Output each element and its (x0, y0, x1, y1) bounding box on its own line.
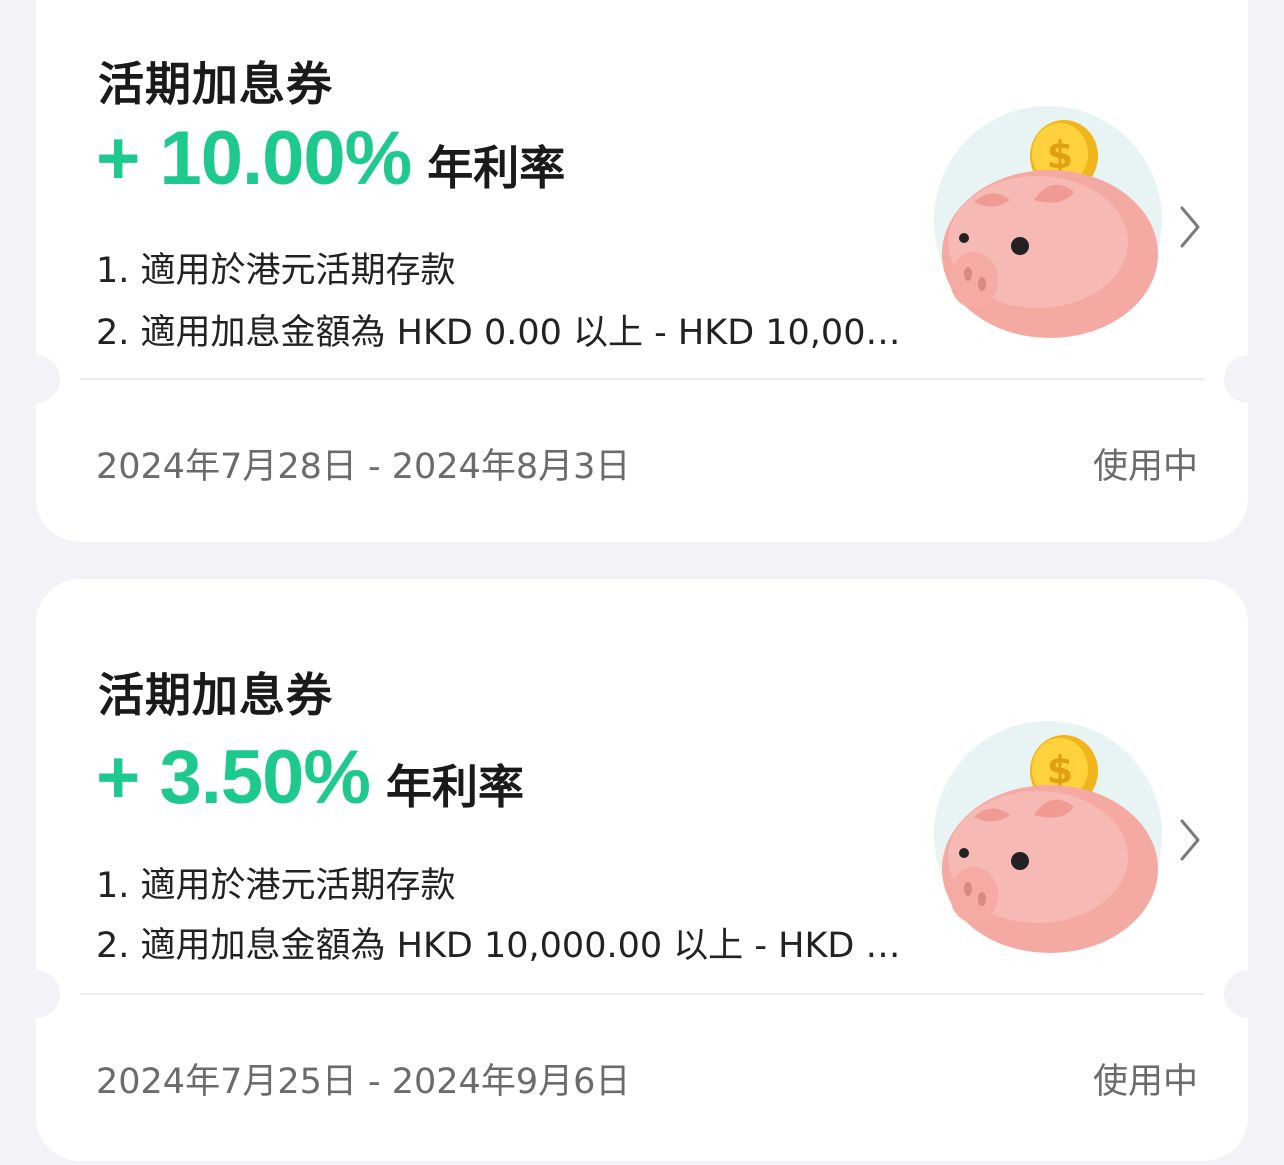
piggy-bank-icon: $ (934, 104, 1166, 344)
condition-item: 1. 適用於港元活期存款 (96, 251, 456, 291)
validity-date-range: 2024年7月28日 - 2024年8月3日 (96, 447, 631, 487)
condition-item: 1. 適用於港元活期存款 (96, 866, 456, 906)
condition-item: 2. 適用加息金額為 HKD 10,000.00 以上 - HKD 1,00..… (96, 926, 906, 966)
ticket-notch-right (1224, 970, 1272, 1018)
ticket-notch-left (12, 970, 60, 1018)
rate-unit: 年利率 (427, 141, 566, 195)
condition-item: 2. 適用加息金額為 HKD 0.00 以上 - HKD 10,000.00 (96, 313, 906, 353)
ticket-notch-right (1224, 355, 1272, 403)
coupon-title: 活期加息券 (98, 668, 333, 722)
status-label: 使用中 (1092, 447, 1198, 487)
rate-line: + 3.50% 年利率 (96, 734, 524, 821)
interest-rate: + 10.00% (96, 116, 412, 201)
coupon-card[interactable]: 活期加息券 + 10.00% 年利率 1. 適用於港元活期存款 2. 適用加息金… (12, 0, 1272, 542)
rate-line: + 10.00% 年利率 (96, 115, 565, 202)
divider (80, 378, 1204, 380)
piggy-bank-icon: $ (934, 719, 1166, 959)
ticket-notch-left (12, 355, 60, 403)
coupon-title: 活期加息券 (98, 57, 333, 111)
validity-date-range: 2024年7月25日 - 2024年9月6日 (96, 1062, 631, 1102)
interest-rate: + 3.50% (96, 735, 371, 820)
coupon-card[interactable]: 活期加息券 + 3.50% 年利率 1. 適用於港元活期存款 2. 適用加息金額… (12, 579, 1272, 1161)
chevron-right-icon[interactable] (1176, 202, 1206, 252)
rate-unit: 年利率 (386, 760, 524, 814)
divider (80, 993, 1204, 995)
chevron-right-icon[interactable] (1176, 815, 1206, 865)
status-label: 使用中 (1092, 1062, 1198, 1102)
